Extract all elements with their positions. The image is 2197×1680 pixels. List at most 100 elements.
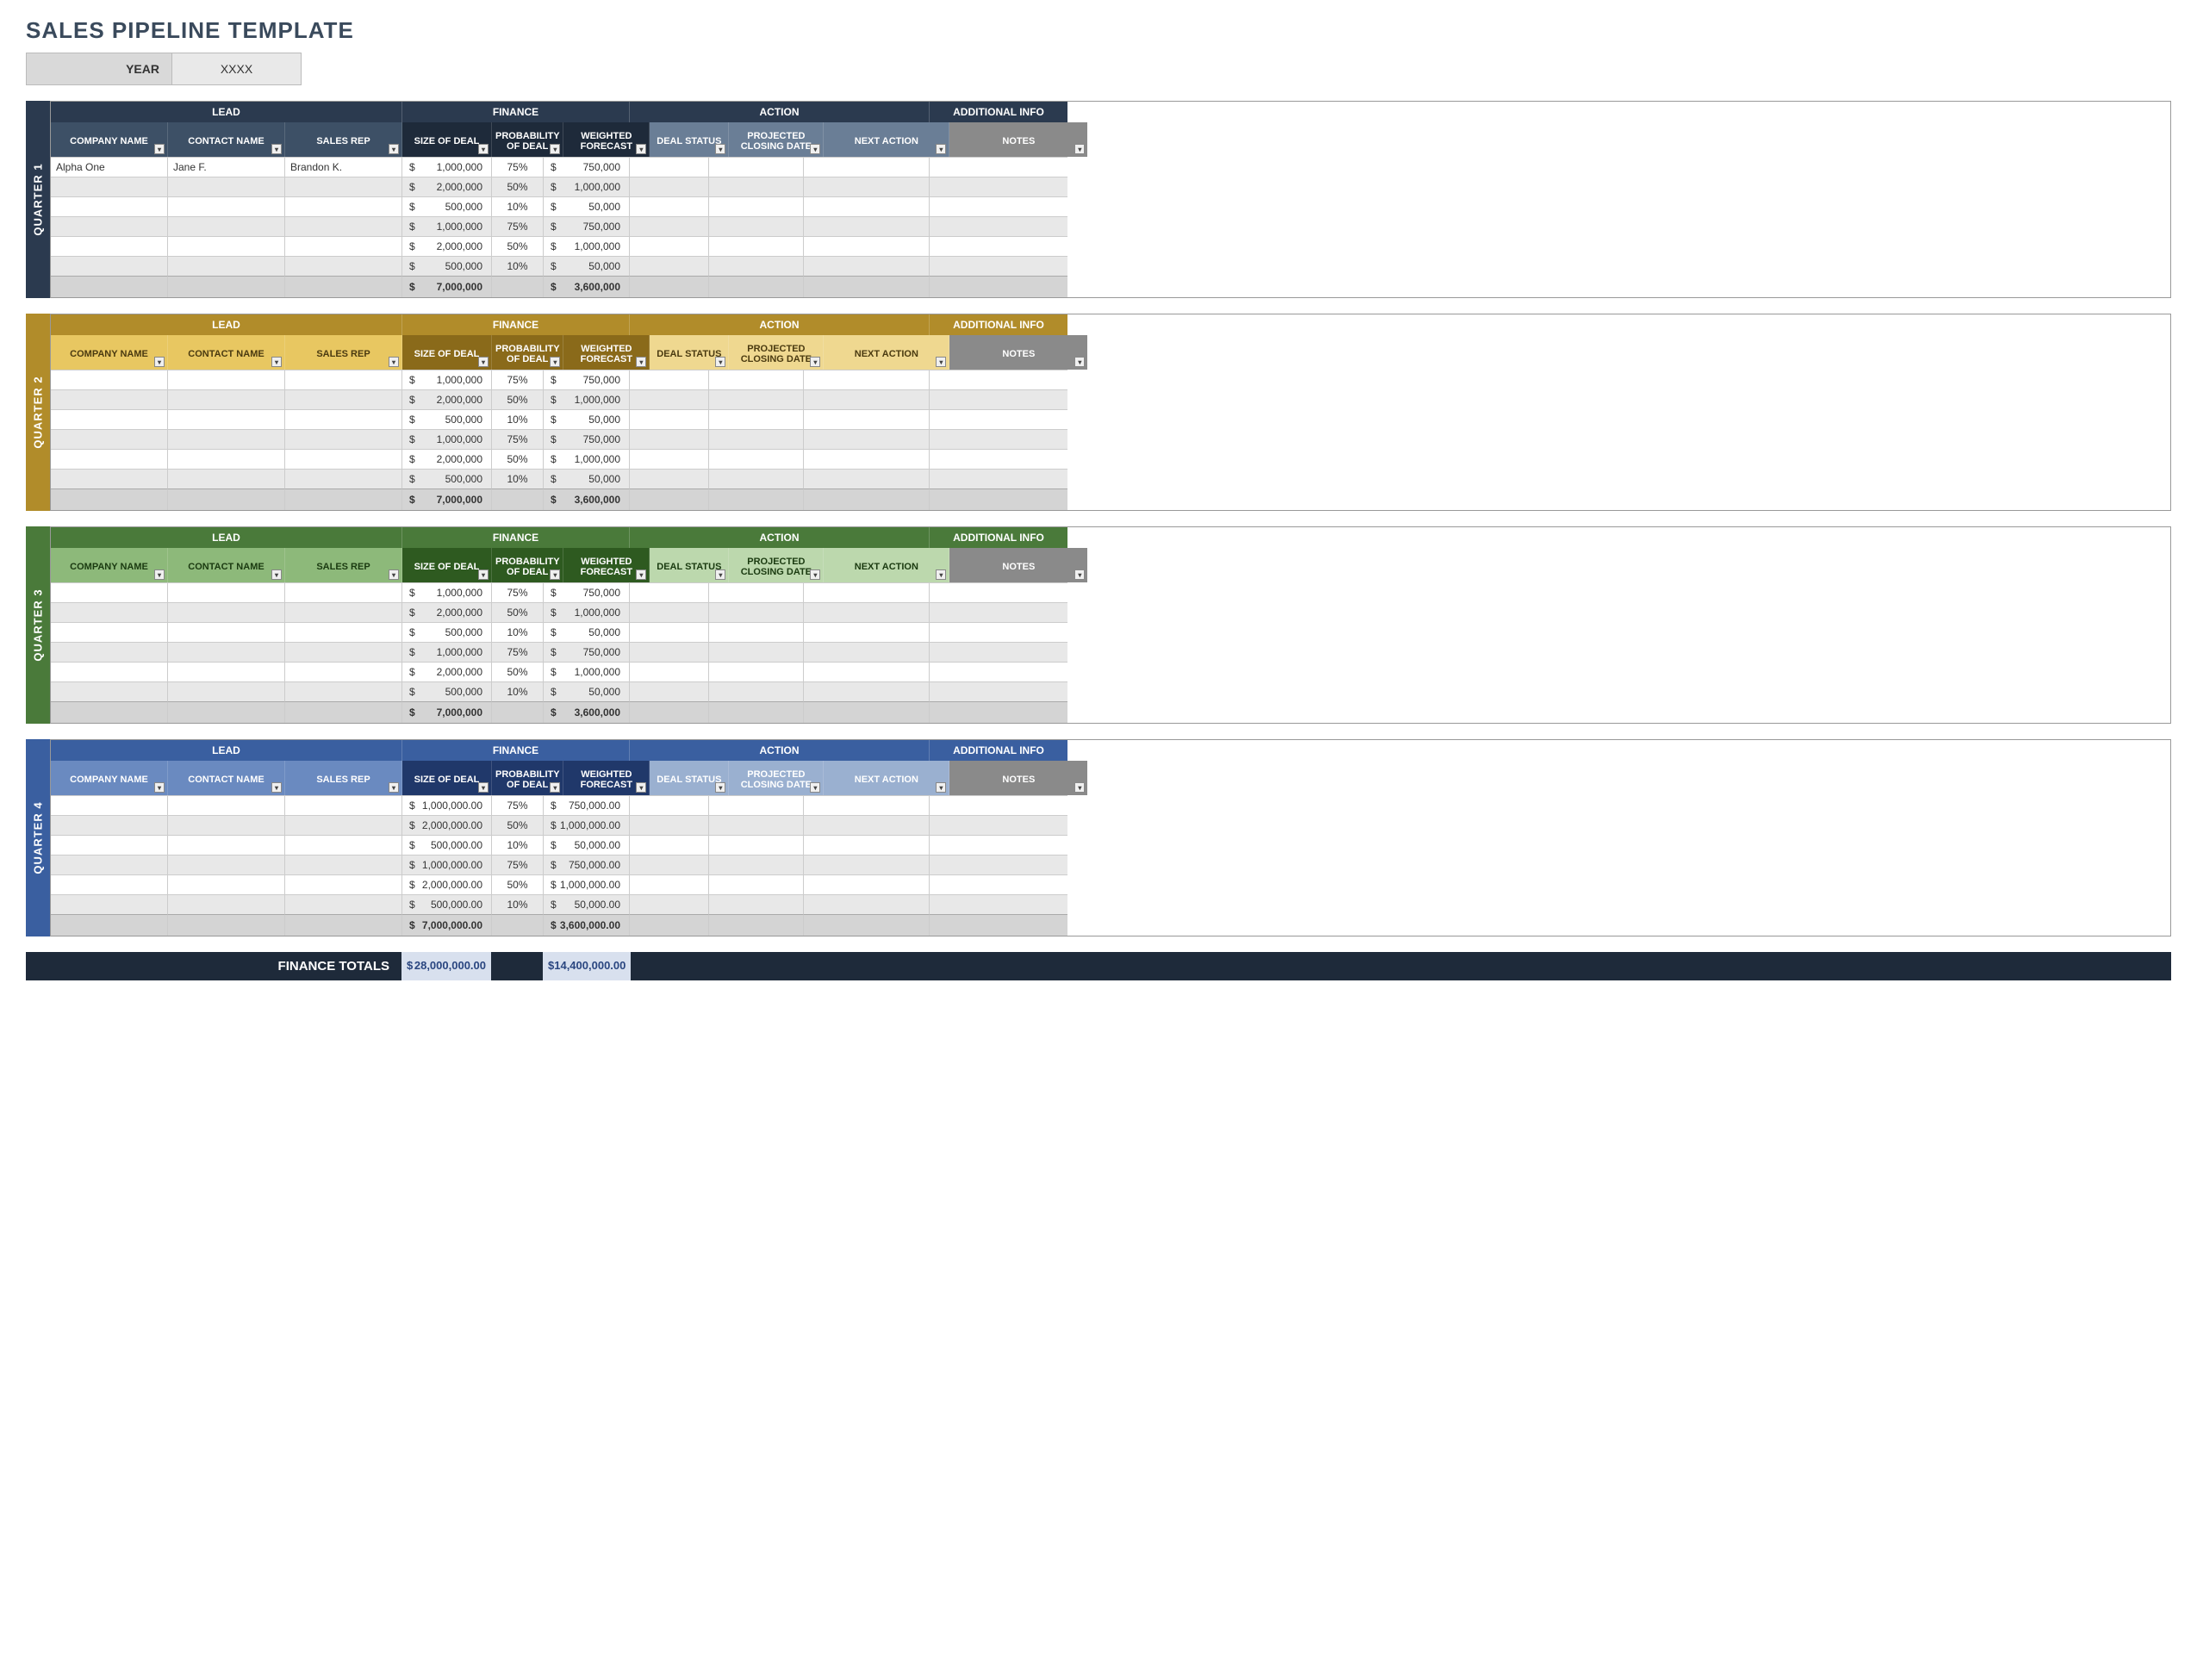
cell-closing[interactable] (709, 795, 804, 815)
cell-next[interactable] (804, 449, 930, 469)
filter-dropdown-icon[interactable]: ▾ (550, 569, 560, 580)
cell-notes[interactable] (930, 855, 1067, 874)
cell-size[interactable]: $500,000.00 (402, 894, 492, 914)
cell-notes[interactable] (930, 662, 1067, 681)
cell-rep[interactable] (285, 389, 402, 409)
cell-next[interactable] (804, 642, 930, 662)
cell-rep[interactable] (285, 815, 402, 835)
filter-dropdown-icon[interactable]: ▾ (389, 782, 399, 793)
header-forecast[interactable]: WEIGHTED FORECAST▾ (563, 122, 650, 157)
cell-prob[interactable]: 50% (492, 602, 544, 622)
cell-contact[interactable] (168, 642, 285, 662)
filter-dropdown-icon[interactable]: ▾ (154, 782, 165, 793)
cell-next[interactable] (804, 409, 930, 429)
cell-notes[interactable] (930, 582, 1067, 602)
cell-next[interactable] (804, 389, 930, 409)
cell-contact[interactable] (168, 389, 285, 409)
cell-status[interactable] (630, 196, 709, 216)
cell-next[interactable] (804, 622, 930, 642)
filter-dropdown-icon[interactable]: ▾ (271, 782, 282, 793)
cell-prob[interactable]: 50% (492, 815, 544, 835)
cell-prob[interactable]: 10% (492, 469, 544, 488)
header-status[interactable]: DEAL STATUS▾ (650, 548, 729, 582)
header-rep[interactable]: SALES REP▾ (285, 122, 402, 157)
filter-dropdown-icon[interactable]: ▾ (715, 144, 725, 154)
cell-size[interactable]: $1,000,000.00 (402, 795, 492, 815)
header-rep[interactable]: SALES REP▾ (285, 761, 402, 795)
cell-rep[interactable] (285, 370, 402, 389)
cell-notes[interactable] (930, 815, 1067, 835)
cell-closing[interactable] (709, 216, 804, 236)
cell-closing[interactable] (709, 449, 804, 469)
cell-next[interactable] (804, 236, 930, 256)
cell-prob[interactable]: 10% (492, 196, 544, 216)
cell-size[interactable]: $1,000,000 (402, 582, 492, 602)
cell-notes[interactable] (930, 894, 1067, 914)
cell-notes[interactable] (930, 681, 1067, 701)
cell-status[interactable] (630, 389, 709, 409)
cell-contact[interactable] (168, 815, 285, 835)
cell-closing[interactable] (709, 855, 804, 874)
cell-next[interactable] (804, 582, 930, 602)
cell-rep[interactable] (285, 469, 402, 488)
cell-prob[interactable]: 50% (492, 236, 544, 256)
filter-dropdown-icon[interactable]: ▾ (636, 782, 646, 793)
cell-notes[interactable] (930, 236, 1067, 256)
cell-contact[interactable] (168, 370, 285, 389)
cell-rep[interactable] (285, 894, 402, 914)
cell-contact[interactable] (168, 602, 285, 622)
cell-company[interactable] (51, 370, 168, 389)
cell-size[interactable]: $500,000 (402, 256, 492, 276)
filter-dropdown-icon[interactable]: ▾ (936, 569, 946, 580)
cell-rep[interactable] (285, 835, 402, 855)
cell-notes[interactable] (930, 216, 1067, 236)
cell-size[interactable]: $1,000,000 (402, 370, 492, 389)
cell-contact[interactable] (168, 795, 285, 815)
filter-dropdown-icon[interactable]: ▾ (810, 357, 820, 367)
cell-rep[interactable] (285, 236, 402, 256)
cell-company[interactable] (51, 429, 168, 449)
header-closing[interactable]: PROJECTED CLOSING DATE▾ (729, 761, 824, 795)
cell-rep[interactable] (285, 602, 402, 622)
header-prob[interactable]: PROBABILITY OF DEAL▾ (492, 548, 563, 582)
filter-dropdown-icon[interactable]: ▾ (810, 144, 820, 154)
cell-contact[interactable] (168, 236, 285, 256)
cell-closing[interactable] (709, 622, 804, 642)
header-contact[interactable]: CONTACT NAME▾ (168, 122, 285, 157)
cell-contact[interactable] (168, 177, 285, 196)
cell-rep[interactable] (285, 622, 402, 642)
cell-next[interactable] (804, 216, 930, 236)
cell-rep[interactable] (285, 874, 402, 894)
cell-size[interactable]: $1,000,000 (402, 216, 492, 236)
cell-status[interactable] (630, 855, 709, 874)
header-company[interactable]: COMPANY NAME▾ (51, 761, 168, 795)
cell-size[interactable]: $1,000,000.00 (402, 855, 492, 874)
filter-dropdown-icon[interactable]: ▾ (478, 357, 489, 367)
cell-closing[interactable] (709, 236, 804, 256)
cell-status[interactable] (630, 256, 709, 276)
header-status[interactable]: DEAL STATUS▾ (650, 122, 729, 157)
cell-company[interactable] (51, 815, 168, 835)
cell-next[interactable] (804, 815, 930, 835)
cell-size[interactable]: $2,000,000 (402, 662, 492, 681)
cell-rep[interactable] (285, 256, 402, 276)
header-company[interactable]: COMPANY NAME▾ (51, 335, 168, 370)
header-contact[interactable]: CONTACT NAME▾ (168, 335, 285, 370)
cell-status[interactable] (630, 582, 709, 602)
cell-next[interactable] (804, 469, 930, 488)
cell-size[interactable]: $2,000,000.00 (402, 874, 492, 894)
filter-dropdown-icon[interactable]: ▾ (1074, 144, 1085, 154)
cell-next[interactable] (804, 681, 930, 701)
header-size[interactable]: SIZE OF DEAL▾ (402, 548, 492, 582)
cell-notes[interactable] (930, 157, 1067, 177)
cell-prob[interactable]: 75% (492, 216, 544, 236)
cell-contact[interactable] (168, 429, 285, 449)
header-notes[interactable]: NOTES▾ (949, 761, 1087, 795)
cell-contact[interactable] (168, 681, 285, 701)
cell-company[interactable] (51, 582, 168, 602)
header-rep[interactable]: SALES REP▾ (285, 548, 402, 582)
cell-status[interactable] (630, 157, 709, 177)
header-closing[interactable]: PROJECTED CLOSING DATE▾ (729, 122, 824, 157)
header-status[interactable]: DEAL STATUS▾ (650, 335, 729, 370)
year-value[interactable]: XXXX (172, 53, 302, 85)
